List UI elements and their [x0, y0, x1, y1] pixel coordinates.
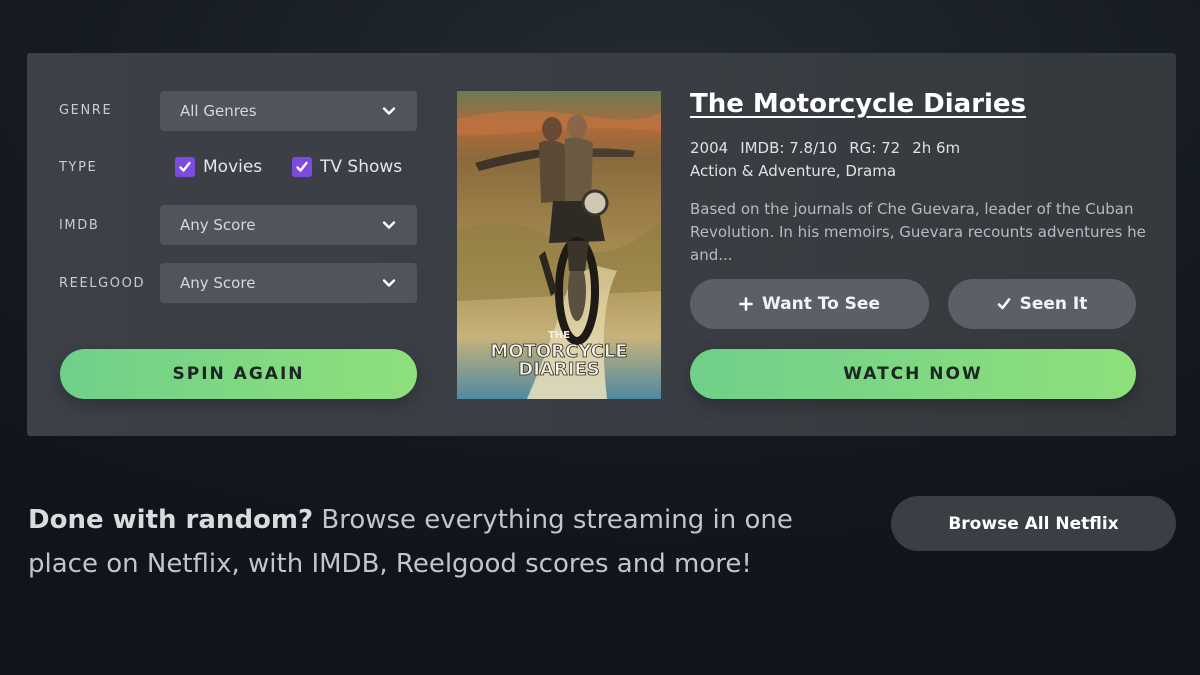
checkmark-icon	[292, 157, 312, 177]
watch-now-button[interactable]: WATCH NOW	[690, 349, 1136, 399]
seen-it-label: Seen It	[1019, 294, 1088, 314]
tv-shows-checkbox-label: TV Shows	[320, 157, 403, 177]
reelgood-select[interactable]: Any Score	[160, 263, 417, 303]
genre-select[interactable]: All Genres	[160, 91, 417, 131]
poster-title-line1: THE	[548, 330, 570, 341]
imdb-select[interactable]: Any Score	[160, 205, 417, 245]
browse-promo-text: Done with random? Browse everything stre…	[28, 498, 848, 586]
watch-now-label: WATCH NOW	[843, 364, 983, 384]
spin-again-button[interactable]: SPIN AGAIN	[60, 349, 417, 399]
browse-promo-lead: Done with random?	[28, 505, 314, 535]
movie-runtime: 2h 6m	[912, 139, 961, 157]
want-to-see-label: Want To See	[761, 294, 880, 314]
movie-meta: 2004 IMDB: 7.8/10 RG: 72 2h 6m	[690, 139, 960, 157]
checkmark-icon	[175, 157, 195, 177]
genre-select-value: All Genres	[180, 102, 257, 120]
browse-all-netflix-button[interactable]: Browse All Netflix	[891, 496, 1176, 551]
movie-poster[interactable]: THE MOTORCYCLE DIARIES	[457, 91, 661, 399]
chevron-down-icon	[382, 279, 396, 287]
random-picker-panel: GENRE All Genres TYPE Movies TV Shows IM…	[27, 53, 1176, 436]
spin-again-label: SPIN AGAIN	[172, 364, 305, 384]
movie-title-link[interactable]: The Motorcycle Diaries	[690, 89, 1026, 119]
imdb-select-value: Any Score	[180, 216, 256, 234]
movie-rg-score: RG: 72	[849, 139, 901, 157]
movies-checkbox-label: Movies	[203, 157, 263, 177]
movie-imdb-score: IMDB: 7.8/10	[740, 139, 838, 157]
reelgood-label: REELGOOD	[59, 276, 146, 291]
type-label: TYPE	[59, 160, 98, 175]
movies-checkbox[interactable]: Movies	[175, 157, 262, 177]
chevron-down-icon	[382, 221, 396, 229]
checkmark-icon	[997, 298, 1010, 310]
want-to-see-button[interactable]: Want To See	[690, 279, 929, 329]
movie-year: 2004	[690, 139, 729, 157]
movie-genres: Action & Adventure, Drama	[690, 162, 897, 180]
poster-artwork: THE MOTORCYCLE DIARIES	[457, 91, 661, 399]
movie-description: Based on the journals of Che Guevara, le…	[690, 200, 1146, 264]
browse-all-netflix-label: Browse All Netflix	[948, 513, 1119, 534]
reelgood-select-value: Any Score	[180, 274, 256, 292]
imdb-label: IMDB	[59, 218, 100, 233]
seen-it-button[interactable]: Seen It	[948, 279, 1136, 329]
poster-title-line3: DIARIES	[518, 359, 599, 380]
plus-icon	[739, 297, 753, 311]
chevron-down-icon	[382, 107, 396, 115]
tv-shows-checkbox[interactable]: TV Shows	[292, 157, 402, 177]
genre-label: GENRE	[59, 103, 113, 118]
